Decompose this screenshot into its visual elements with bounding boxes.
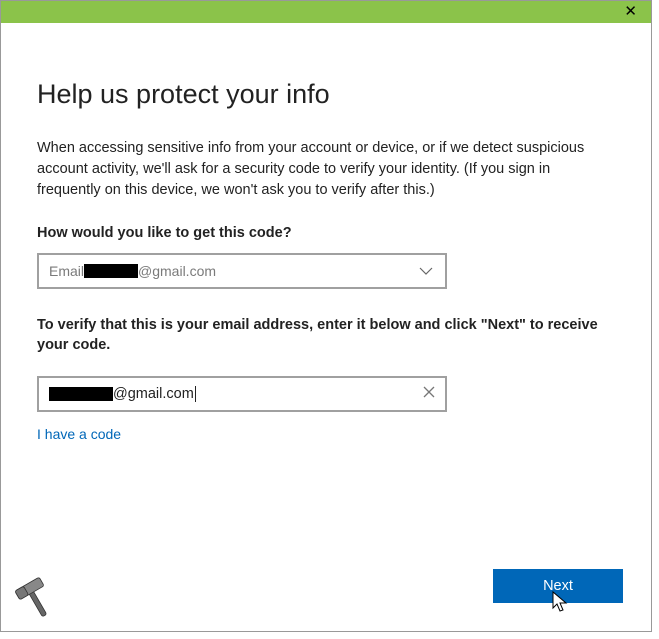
redacted-email-user <box>84 264 138 278</box>
select-domain: @gmail.com <box>138 263 216 279</box>
description-text: When accessing sensitive info from your … <box>37 138 615 201</box>
dialog-window: ✕ Help us protect your info When accessi… <box>0 0 652 632</box>
chevron-down-icon <box>419 262 433 280</box>
content-area: Help us protect your info When accessing… <box>1 23 651 464</box>
verify-instruction: To verify that this is your email addres… <box>37 315 615 356</box>
method-label: How would you like to get this code? <box>37 225 615 241</box>
verification-method-select[interactable]: Email @gmail.com <box>37 253 447 289</box>
input-domain: @gmail.com <box>113 386 194 402</box>
select-display-text: Email @gmail.com <box>49 263 216 279</box>
page-title: Help us protect your info <box>37 79 615 110</box>
redacted-input-user <box>49 387 113 401</box>
select-prefix: Email <box>49 263 84 279</box>
clear-input-icon[interactable] <box>423 385 435 403</box>
hammer-watermark-icon <box>7 570 63 631</box>
close-button[interactable]: ✕ <box>618 3 643 21</box>
have-code-link[interactable]: I have a code <box>37 426 121 442</box>
email-input[interactable]: @gmail.com <box>37 376 447 412</box>
email-input-value: @gmail.com <box>49 386 435 402</box>
next-button[interactable]: Next <box>493 569 623 603</box>
titlebar: ✕ <box>1 1 651 23</box>
text-caret <box>195 386 196 402</box>
